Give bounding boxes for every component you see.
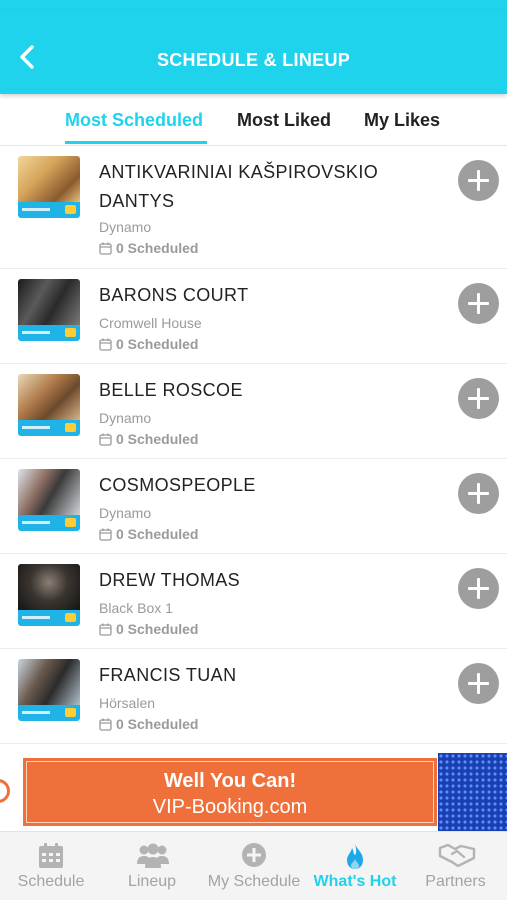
add-to-schedule-button[interactable] [458, 160, 499, 201]
tab-most-liked[interactable]: Most Liked [237, 110, 331, 131]
artist-name: BELLE ROSCOE [99, 380, 243, 400]
ad-banner[interactable]: Well You Can! VIP-Booking.com [0, 753, 507, 831]
tab-my-likes[interactable]: My Likes [364, 110, 440, 131]
calendar-icon [39, 843, 63, 868]
add-to-schedule-button[interactable] [458, 283, 499, 324]
tab-most-scheduled[interactable]: Most Scheduled [65, 110, 203, 131]
list-item[interactable]: BELLE ROSCOE Dynamo 0 Scheduled [0, 364, 507, 459]
artist-name: FRANCIS TUAN [99, 665, 237, 685]
bottom-nav: Schedule Lineup My Schedule What's Hot P… [0, 831, 507, 900]
nav-label: My Schedule [207, 873, 301, 890]
page-title: SCHEDULE & LINEUP [156, 50, 351, 70]
tab-bar: Most Scheduled Most Liked My Likes [0, 94, 507, 146]
nav-whats-hot[interactable]: What's Hot [306, 832, 404, 900]
add-to-schedule-button[interactable] [458, 473, 499, 514]
nav-lineup[interactable]: Lineup [102, 832, 202, 900]
venue-name: Dynamo [99, 219, 152, 235]
scheduled-count: 0 Scheduled [116, 526, 199, 542]
calendar-icon [99, 718, 112, 731]
flame-icon [347, 843, 363, 869]
nav-label: Partners [425, 873, 486, 890]
scheduled-count: 0 Scheduled [116, 621, 199, 637]
venue-name: Dynamo [99, 505, 152, 521]
status-bar [0, 0, 507, 10]
artist-image [18, 469, 80, 531]
scheduled-count: 0 Scheduled [116, 240, 199, 256]
app-header: SCHEDULE & LINEUP [0, 10, 507, 94]
scheduled-count: 0 Scheduled [116, 431, 199, 447]
calendar-icon [99, 338, 112, 351]
venue-name: Dynamo [99, 410, 152, 426]
list-item[interactable]: BARONS COURT Cromwell House 0 Scheduled [0, 269, 507, 364]
list-item[interactable]: ANTIKVARINIAI KAŠPIROVSKIO DANTYS Dynamo… [0, 146, 507, 269]
list-item[interactable]: FRANCIS TUAN Hörsalen 0 Scheduled [0, 649, 507, 744]
nav-partners[interactable]: Partners [404, 832, 507, 900]
list-item[interactable]: COSMOSPEOPLE Dynamo 0 Scheduled [0, 459, 507, 554]
calendar-icon [99, 623, 112, 636]
active-tab-indicator [65, 141, 207, 144]
lineup-list: ANTIKVARINIAI KAŠPIROVSKIO DANTYS Dynamo… [0, 146, 507, 744]
list-item[interactable]: DREW THOMAS Black Box 1 0 Scheduled [0, 554, 507, 649]
add-to-schedule-button[interactable] [458, 378, 499, 419]
nav-my-schedule[interactable]: My Schedule [202, 832, 306, 900]
artist-image [18, 279, 80, 341]
calendar-icon [99, 242, 112, 255]
ad-logo-mark [0, 779, 10, 803]
artist-image [18, 156, 80, 218]
ad-headline: Well You Can! [163, 770, 297, 792]
artist-name: COSMOSPEOPLE [99, 475, 256, 495]
add-to-schedule-button[interactable] [458, 568, 499, 609]
nav-schedule[interactable]: Schedule [0, 832, 102, 900]
venue-name: Hörsalen [99, 695, 156, 711]
artist-image [18, 564, 80, 626]
artist-name: BARONS COURT [99, 285, 249, 305]
nav-label: Schedule [17, 873, 85, 890]
nav-label: Lineup [127, 873, 177, 890]
scheduled-count: 0 Scheduled [116, 336, 199, 352]
add-to-schedule-button[interactable] [458, 663, 499, 704]
people-icon [137, 843, 169, 868]
artist-image [18, 374, 80, 436]
artist-name: DREW THOMAS [99, 570, 241, 590]
calendar-icon [99, 433, 112, 446]
venue-name: Cromwell House [99, 315, 202, 331]
scheduled-count: 0 Scheduled [116, 716, 199, 732]
handshake-icon [438, 843, 476, 868]
calendar-icon [99, 528, 112, 541]
nav-label: What's Hot [313, 873, 397, 890]
venue-name: Black Box 1 [99, 600, 173, 616]
plus-circle-icon [242, 843, 266, 867]
artist-image [18, 659, 80, 721]
artist-name: ANTIKVARINIAI KAŠPIROVSKIO DANTYS [99, 162, 379, 211]
ad-pattern [438, 753, 507, 831]
ad-url: VIP-Booking.com [152, 796, 308, 818]
